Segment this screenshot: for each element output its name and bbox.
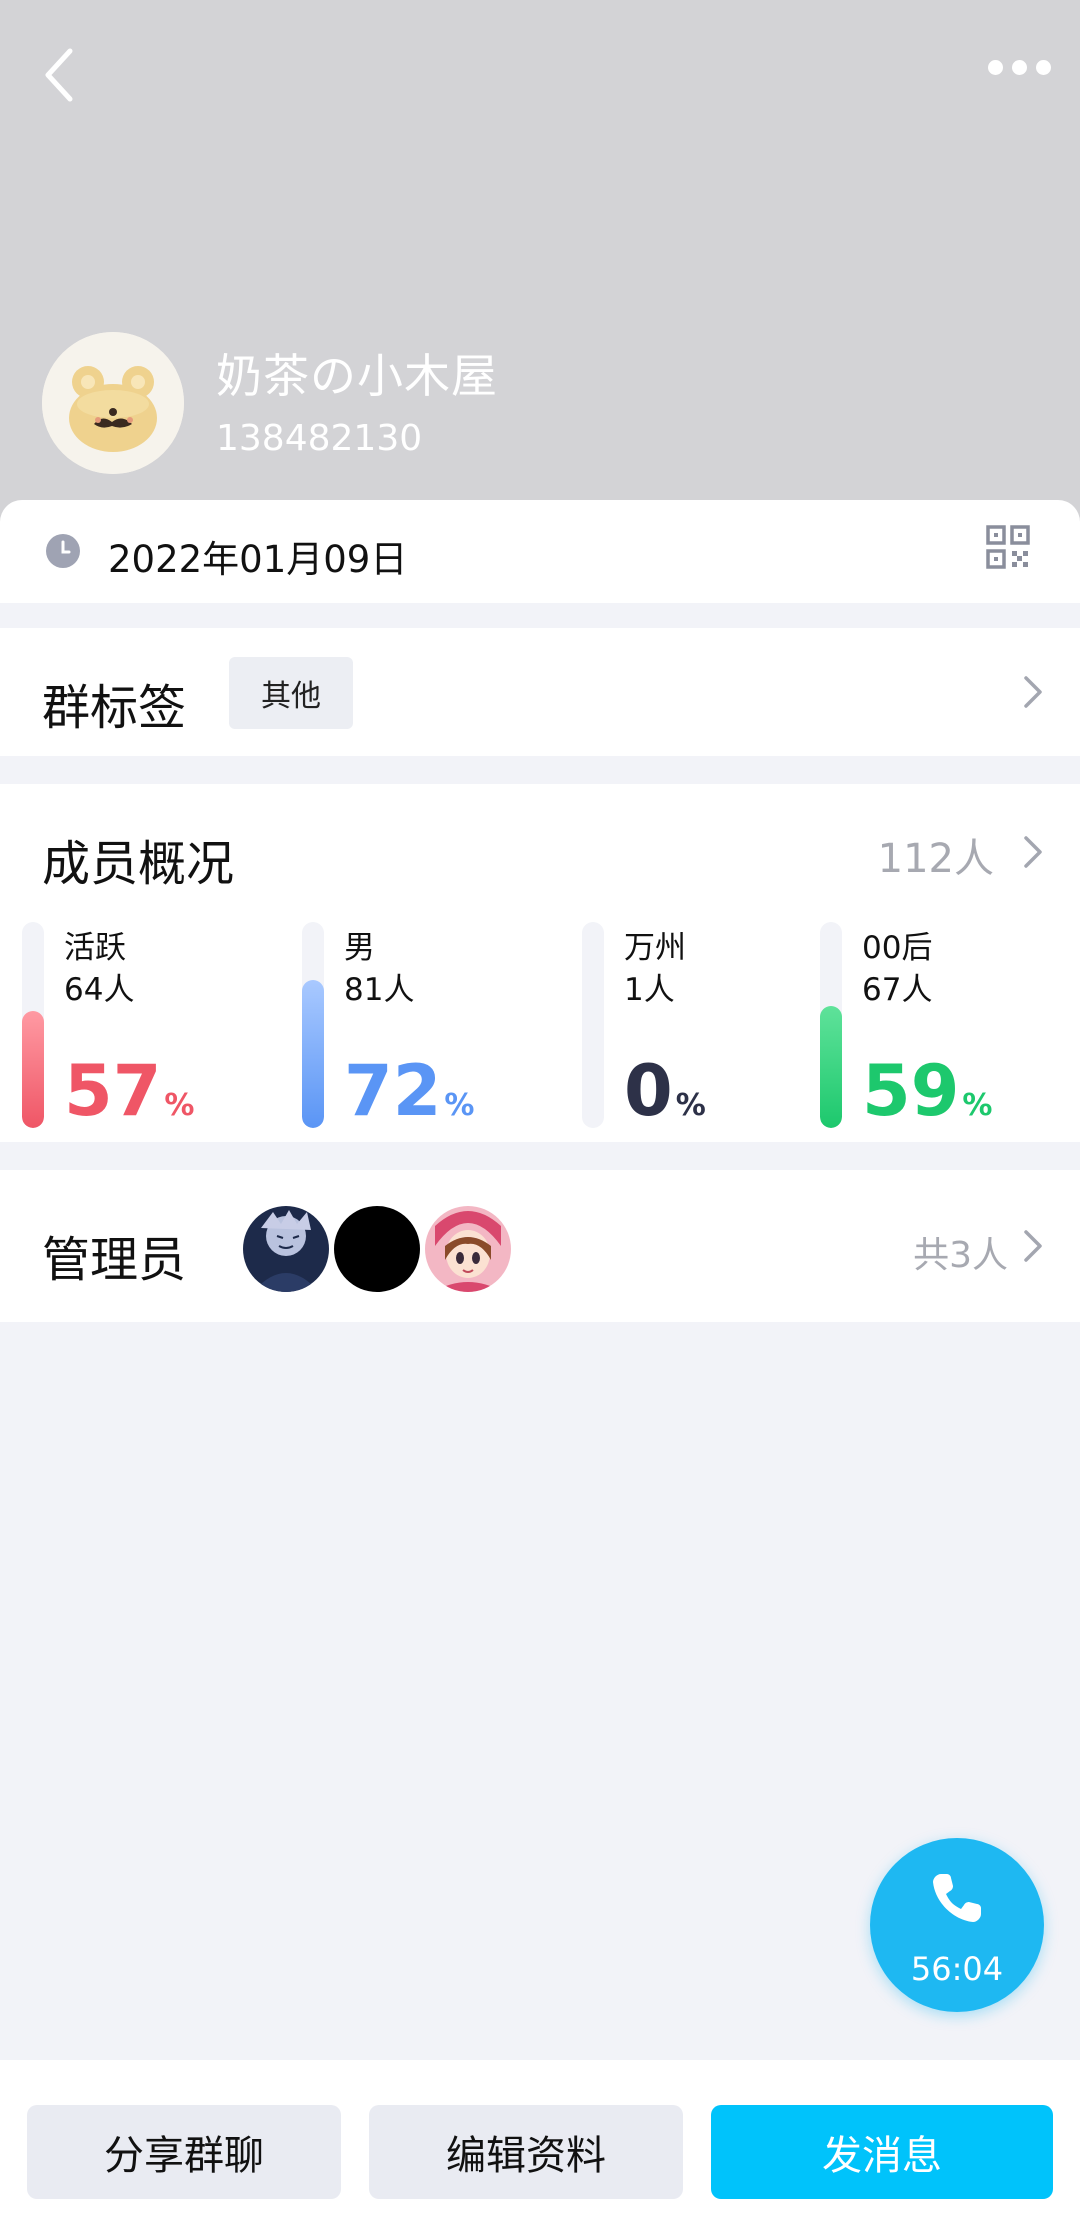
admins-row[interactable]: 管理员 共3人 <box>0 1170 1080 1322</box>
ongoing-call-button[interactable]: 56:04 <box>870 1838 1044 2012</box>
admin-avatar-1[interactable] <box>243 1206 329 1292</box>
stat-percent-sign: % <box>444 1088 475 1123</box>
stat-percent-value: 72 <box>344 1050 442 1132</box>
qr-code-icon[interactable] <box>986 525 1030 569</box>
stat-bar-fill <box>820 1006 842 1128</box>
chevron-right-icon <box>1022 832 1044 872</box>
stat-percent-value: 59 <box>862 1050 960 1132</box>
stat-label: 活跃 <box>64 930 126 966</box>
admins-title: 管理员 <box>42 1232 187 1288</box>
stat-count: 81人 <box>344 972 415 1008</box>
stat-percent: 72% <box>344 1056 474 1126</box>
group-name: 奶茶の小木屋 <box>216 349 498 403</box>
stat-label: 男 <box>344 930 375 966</box>
edit-profile-button[interactable]: 编辑资料 <box>369 2105 683 2199</box>
created-date: 2022年01月09日 <box>108 538 408 581</box>
bottom-action-bar: 分享群聊 编辑资料 发消息 <box>0 2060 1080 2228</box>
stat-percent-value: 0 <box>624 1050 673 1132</box>
members-overview-card[interactable]: 成员概况 112人 活跃 64人 57% 男 81人 72% 万州 1人 0% … <box>0 784 1080 1142</box>
more-options-icon[interactable] <box>988 55 1052 79</box>
stat-percent-sign: % <box>962 1088 993 1123</box>
stat-percent: 0% <box>624 1056 706 1126</box>
stat-percent-value: 57 <box>64 1050 162 1132</box>
members-overview-title: 成员概况 <box>42 836 235 892</box>
stat-count: 67人 <box>862 972 933 1008</box>
clock-icon <box>46 534 80 568</box>
members-count: 112人 <box>877 836 994 882</box>
chevron-right-icon <box>1022 1226 1044 1266</box>
admins-count: 共3人 <box>913 1235 1008 1276</box>
stat-bar-track <box>582 922 604 1128</box>
group-tags-title: 群标签 <box>42 680 187 736</box>
stat-percent: 59% <box>862 1056 992 1126</box>
stat-percent-sign: % <box>675 1088 706 1123</box>
stat-bar-track <box>820 922 842 1128</box>
stat-bar-fill <box>302 980 324 1128</box>
share-group-button[interactable]: 分享群聊 <box>27 2105 341 2199</box>
stat-count: 1人 <box>624 972 675 1008</box>
group-profile-page: 奶茶の小木屋 138482130 2022年01月09日 群标签 其他 成员概况… <box>0 0 1080 2228</box>
created-date-row: 2022年01月09日 <box>0 500 1080 603</box>
chevron-right-icon <box>1022 672 1044 712</box>
stat-bar-fill <box>22 1011 44 1128</box>
profile-header: 奶茶の小木屋 138482130 <box>0 0 1080 530</box>
stat-percent: 57% <box>64 1056 194 1126</box>
send-message-button[interactable]: 发消息 <box>711 2105 1053 2199</box>
group-id: 138482130 <box>216 418 423 459</box>
stat-label: 00后 <box>862 930 933 966</box>
call-timer: 56:04 <box>910 1950 1004 1988</box>
phone-icon <box>933 1874 981 1922</box>
group-tags-row[interactable]: 群标签 其他 <box>0 628 1080 756</box>
group-tag-chip: 其他 <box>229 657 353 729</box>
stat-bar-track <box>22 922 44 1128</box>
stat-bar-track <box>302 922 324 1128</box>
stat-label: 万州 <box>624 930 686 966</box>
group-avatar[interactable] <box>42 332 184 474</box>
admin-avatar-2[interactable] <box>334 1206 420 1292</box>
admin-avatar-3[interactable] <box>425 1206 511 1292</box>
stat-count: 64人 <box>64 972 135 1008</box>
stat-percent-sign: % <box>164 1088 195 1123</box>
back-icon[interactable] <box>40 45 80 105</box>
